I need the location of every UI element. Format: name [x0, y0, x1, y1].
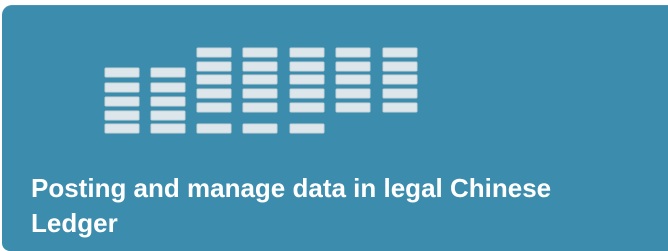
page: Posting and manage data in legal Chinese…	[0, 0, 668, 251]
chinese-ledger-tile[interactable]: Posting and manage data in legal Chinese…	[2, 5, 668, 251]
tile-title-line-1: Posting and manage data in legal Chinese	[31, 173, 552, 203]
tile-title: Posting and manage data in legal Chinese…	[31, 171, 668, 241]
tile-title-line-2: Ledger	[31, 208, 118, 238]
